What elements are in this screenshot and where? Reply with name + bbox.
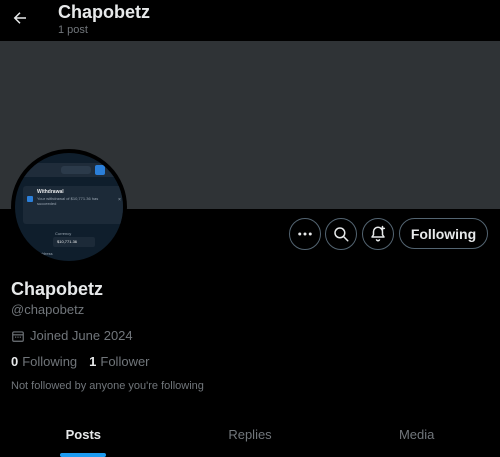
avatar-amount: $10,771.36 [53,237,95,247]
top-header: Chapobetz 1 post [0,0,500,41]
following-label: Following [22,354,78,369]
search-button[interactable] [325,218,357,250]
back-button[interactable] [8,6,32,30]
tab-replies[interactable]: Replies [167,412,334,457]
bell-plus-icon [371,225,386,242]
following-button[interactable]: Following [399,218,488,249]
avatar-btc-label: BTC Address [29,251,53,256]
search-icon [334,227,349,242]
more-icon [298,232,312,236]
followers-count: 1 [89,354,97,369]
follow-stats: 0 Following 1 Follower [11,354,150,369]
post-count: 1 post [58,24,88,36]
user-handle: @chapobetz [11,302,85,317]
avatar-popup-icon [27,196,33,202]
arrow-left-icon [13,12,26,24]
joined-date: Joined June 2024 [11,328,133,343]
followers-link[interactable]: 1 Follower [89,354,149,369]
following-link[interactable]: 0 Following [11,354,77,369]
tab-posts[interactable]: Posts [0,412,167,457]
avatar-close-icon: × [118,197,121,203]
not-followed-text: Not followed by anyone you're following [11,380,204,392]
display-name: Chapobetz [11,279,103,299]
followers-label: Follower [100,354,150,369]
avatar-popup-title: Withdrawal [37,189,64,195]
tab-label: Posts [65,427,102,442]
avatar-small-label: Currency [55,231,72,236]
calendar-icon [12,330,24,342]
avatar-balance-pill [61,166,91,174]
header-title: Chapobetz [58,2,150,22]
tab-media[interactable]: Media [333,412,500,457]
avatar-wallet-square [95,165,105,175]
avatar-popup-text: Your withdrawal of $10,771.36 has succee… [37,196,99,206]
joined-label: Joined June 2024 [30,328,133,343]
more-button[interactable] [289,218,321,250]
notify-button[interactable] [362,218,394,250]
following-count: 0 [11,354,19,369]
tab-label: Media [398,427,435,442]
tab-label: Replies [228,427,272,442]
profile-tabs: Posts Replies Media [0,412,500,457]
avatar[interactable]: Withdrawal Your withdrawal of $10,771.36… [11,149,127,265]
active-tab-indicator [60,453,107,457]
